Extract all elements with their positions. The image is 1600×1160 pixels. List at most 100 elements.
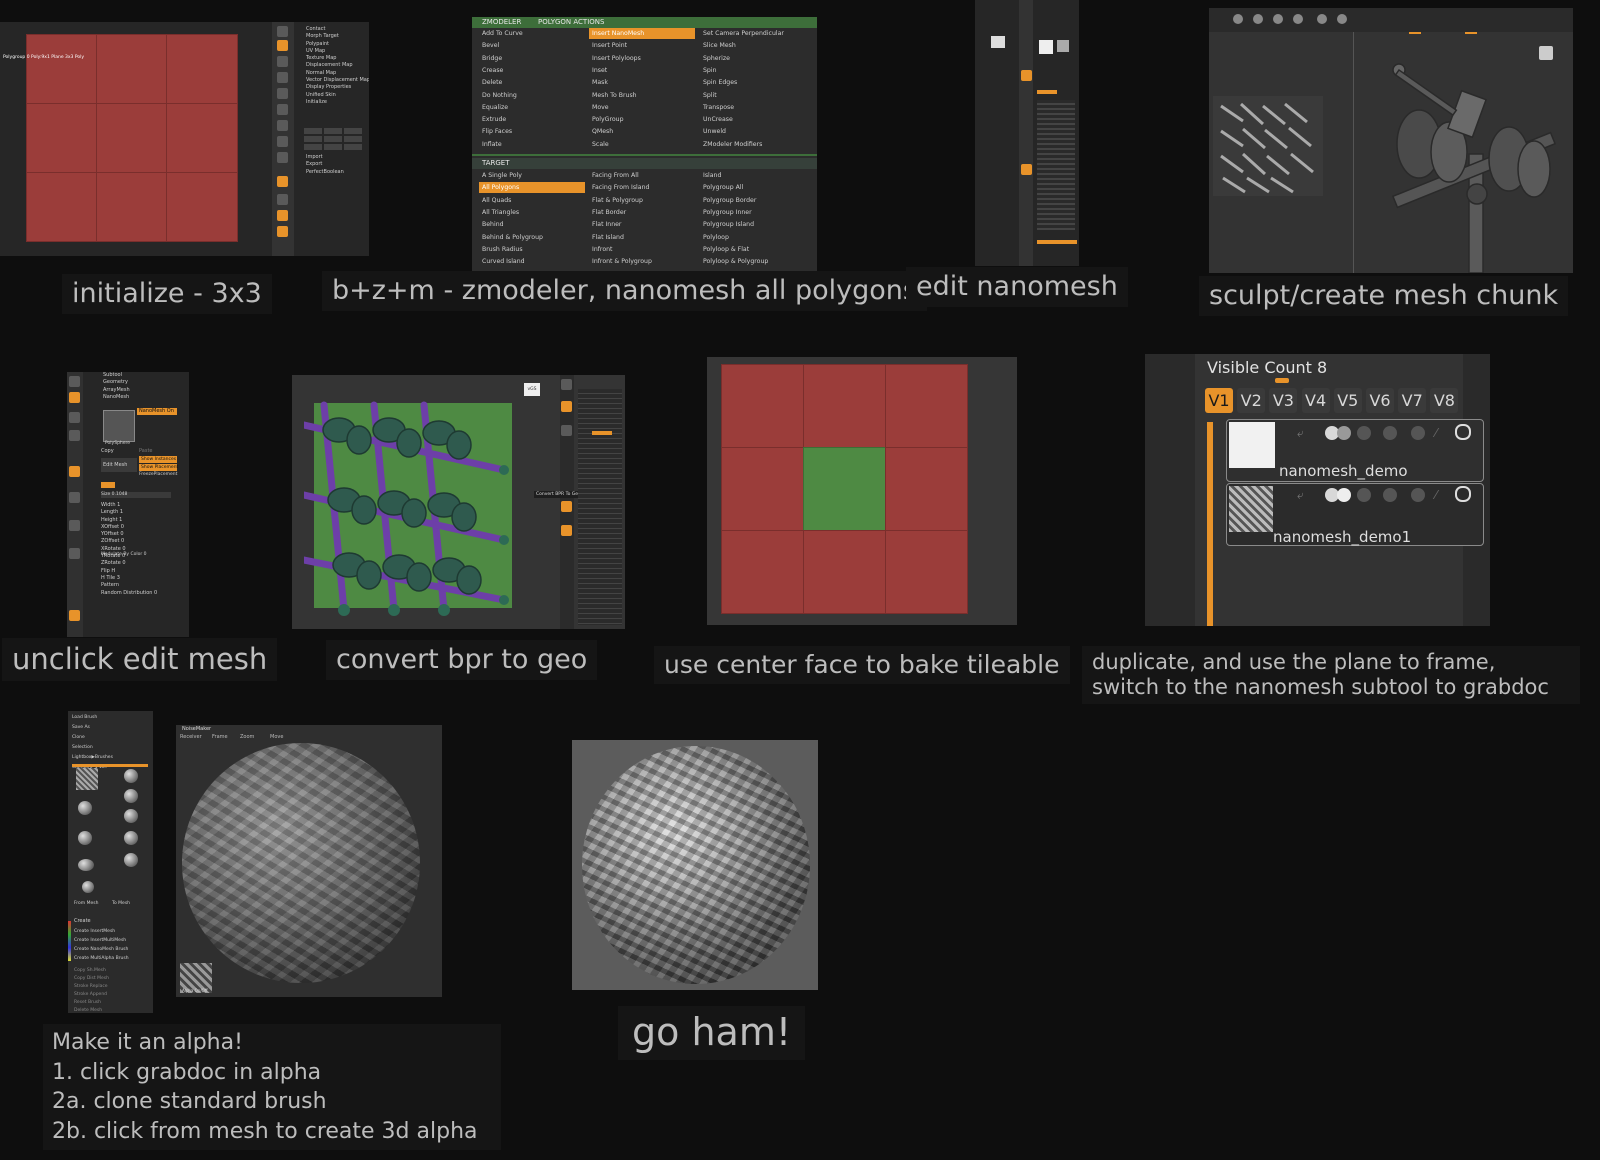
- visibility-dot-icon[interactable]: [1337, 488, 1351, 502]
- shelf-icon[interactable]: [561, 501, 572, 512]
- shelf-icon[interactable]: [277, 40, 288, 51]
- zmodeler-menu-item[interactable]: Facing From Island: [592, 182, 649, 193]
- tool-menu-item[interactable]: Normal Map: [306, 70, 369, 77]
- tool-menu-item[interactable]: Display Properties: [306, 84, 369, 91]
- tool-menu-item[interactable]: Displacement Map: [306, 62, 369, 69]
- mode-icon[interactable]: [1383, 488, 1397, 502]
- arrow-icon[interactable]: ⤶: [1297, 488, 1311, 502]
- shelf-icon[interactable]: [277, 88, 288, 99]
- zmodeler-menu-item[interactable]: Infront & Polygroup: [592, 256, 652, 267]
- version-button-v1[interactable]: V1: [1205, 388, 1233, 413]
- brush-ball[interactable]: [124, 789, 138, 803]
- zmodeler-menu-item[interactable]: Facing From All: [592, 170, 639, 181]
- mode-icon[interactable]: [1357, 488, 1371, 502]
- subpalette-item[interactable]: ArrayMesh: [103, 387, 130, 394]
- zmodeler-menu-item[interactable]: Polygroup All: [703, 182, 743, 193]
- version-button-v8[interactable]: V8: [1430, 388, 1459, 413]
- paste-button[interactable]: Paste: [139, 448, 153, 454]
- subpalette-item[interactable]: Subtool: [103, 372, 130, 379]
- tool-menu-item[interactable]: Texture Map: [306, 55, 369, 62]
- zmodeler-menu-item[interactable]: All Polygons: [479, 182, 585, 194]
- mode-icon[interactable]: [1357, 426, 1371, 440]
- to-mesh-button[interactable]: To Mesh: [112, 901, 130, 906]
- nanomesh-param-slider[interactable]: Random Distribution 0: [101, 590, 157, 597]
- nanomesh-param-slider[interactable]: ZRotate 0: [101, 560, 157, 567]
- zmodeler-menu-item[interactable]: Curved Island: [482, 256, 525, 267]
- shelf-icon[interactable]: [561, 401, 572, 412]
- brush-ball[interactable]: [124, 769, 138, 783]
- subpalette-item[interactable]: Geometry: [103, 379, 130, 386]
- center-face-tile[interactable]: [803, 447, 886, 531]
- zmodeler-menu-item[interactable]: All Quads: [482, 195, 511, 206]
- brush-button[interactable]: Copy Sh.Mesh: [74, 967, 112, 975]
- create-item-button[interactable]: Create InsertMultiMesh: [74, 936, 129, 945]
- brush-ball[interactable]: [124, 809, 138, 823]
- shelf-icon[interactable]: [69, 520, 80, 531]
- visibility-dot-icon[interactable]: [1337, 426, 1351, 440]
- noisemaker-menu-item[interactable]: Move: [270, 734, 283, 740]
- shelf-icon[interactable]: [69, 412, 80, 423]
- tool-menu-item[interactable]: Vector Displacement Map: [306, 77, 369, 84]
- mode-icon[interactable]: [1383, 426, 1397, 440]
- zmodeler-menu-item[interactable]: Polygroup Island: [703, 219, 754, 230]
- zmodeler-menu-item[interactable]: Behind: [482, 219, 504, 230]
- shelf-icon[interactable]: [69, 430, 80, 441]
- shelf-icon[interactable]: [277, 26, 288, 37]
- zmodeler-menu-item[interactable]: Polygroup Inner: [703, 207, 752, 218]
- shelf-icon[interactable]: [277, 210, 288, 221]
- tool-menu-item[interactable]: UV Map: [306, 48, 369, 55]
- edit-icon[interactable]: [1021, 70, 1032, 81]
- nanomesh-param-slider[interactable]: Width 1: [101, 502, 157, 509]
- shelf-icon[interactable]: [69, 548, 80, 559]
- brush-ball[interactable]: [78, 801, 92, 815]
- brush-button[interactable]: Stroke Replace: [74, 983, 112, 991]
- create-item-button[interactable]: Create InsertMesh: [74, 927, 129, 936]
- copy-button[interactable]: Copy: [101, 448, 114, 454]
- zmodeler-menu-item[interactable]: Polygroup Border: [703, 195, 756, 206]
- brush-icon[interactable]: ⁄: [1435, 426, 1449, 440]
- brush-ball[interactable]: [124, 853, 138, 867]
- brush-ball[interactable]: [82, 881, 94, 893]
- zmodeler-menu-item[interactable]: Polyloop & Flat: [703, 244, 749, 255]
- shelf-icon[interactable]: [277, 120, 288, 131]
- nanomesh-param-slider[interactable]: Pattern: [101, 582, 157, 589]
- shelf-icon[interactable]: [277, 194, 288, 205]
- tool-menu-item[interactable]: Unified Skin: [306, 92, 369, 99]
- brush-thumb-main[interactable]: [76, 768, 98, 790]
- show-placement-toggle[interactable]: Show Placement: [139, 464, 178, 471]
- nanomesh-param-slider[interactable]: YOffset 0: [101, 531, 157, 538]
- tool-menu-item[interactable]: Import: [306, 154, 344, 161]
- shelf-icon[interactable]: [277, 226, 288, 237]
- shelf-icon[interactable]: [277, 104, 288, 115]
- brush-button[interactable]: Load Brush: [72, 713, 113, 723]
- gizmo-icon[interactable]: [1539, 46, 1553, 60]
- nanomesh-param-slider[interactable]: XOffset 0: [101, 524, 157, 531]
- zmodeler-menu-item[interactable]: All Triangles: [482, 207, 519, 218]
- shelf-icon[interactable]: [561, 425, 572, 436]
- eye-icon[interactable]: [1455, 486, 1471, 502]
- mode-icon[interactable]: [1411, 426, 1425, 440]
- tool-menu-item[interactable]: Contact: [306, 26, 369, 33]
- zmodeler-menu-item[interactable]: Infront: [592, 244, 612, 255]
- edit-icon[interactable]: [1021, 164, 1032, 175]
- shelf-icon[interactable]: [69, 610, 80, 621]
- zmodeler-menu-item[interactable]: Island: [703, 170, 721, 181]
- version-button-v3[interactable]: V3: [1269, 388, 1298, 413]
- shelf-icon[interactable]: [277, 56, 288, 67]
- shelf-icon[interactable]: [69, 466, 80, 477]
- show-instances-toggle[interactable]: Show Instances: [139, 456, 177, 463]
- create-item-button[interactable]: Create NanoMesh Brush: [74, 945, 129, 954]
- noisemaker-menu-item[interactable]: Frame: [212, 734, 228, 740]
- nanomesh-param-slider[interactable]: ZOffset 0: [101, 538, 157, 545]
- mode-icon[interactable]: [1411, 488, 1425, 502]
- zmodeler-menu-item[interactable]: A Single Poly: [482, 170, 522, 181]
- subtool-row[interactable]: ⤶ ⁄ nanomesh_demo: [1226, 419, 1484, 482]
- version-button-v4[interactable]: V4: [1301, 388, 1330, 413]
- shelf-icon[interactable]: [277, 152, 288, 163]
- shelf-icon[interactable]: [277, 136, 288, 147]
- brush-icon[interactable]: ⁄: [1435, 488, 1449, 502]
- prop-tab[interactable]: [101, 482, 115, 488]
- brush-button[interactable]: Stroke Append: [74, 991, 112, 999]
- zmodeler-menu-item[interactable]: Behind & Polygroup: [482, 232, 543, 243]
- brush-button[interactable]: Lightbox▶Brushes: [72, 753, 113, 763]
